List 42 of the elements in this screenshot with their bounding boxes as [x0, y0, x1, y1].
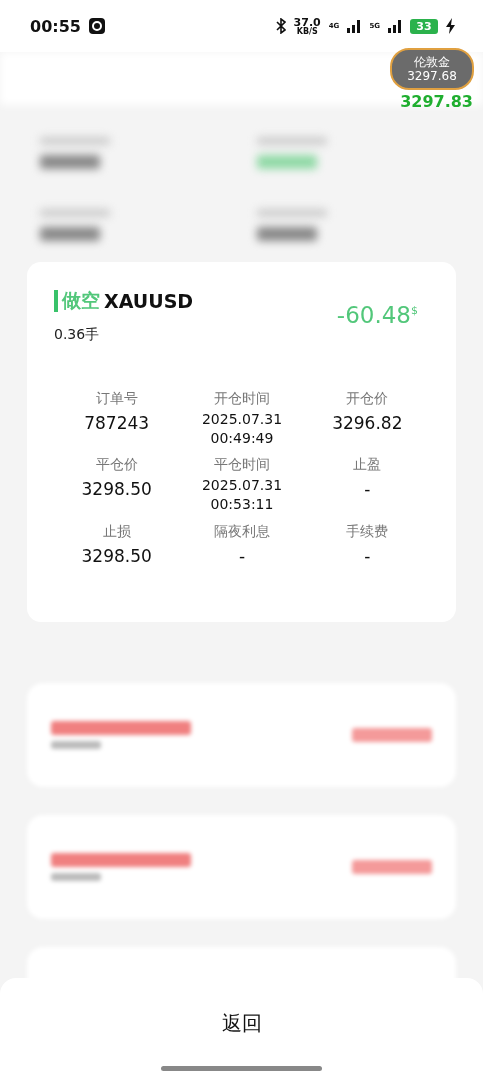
field-label: 开仓时间	[214, 390, 270, 408]
signal-icon	[388, 19, 402, 33]
status-time: 00:55	[30, 16, 81, 36]
field-label: 平仓时间	[214, 456, 270, 475]
field-value: 787243	[84, 413, 150, 433]
field-label: 订单号	[95, 390, 138, 408]
field-value: 00:53:11	[210, 497, 274, 512]
field-value: -	[364, 479, 371, 500]
battery-icon: 33	[410, 18, 438, 34]
accent-bar	[54, 290, 58, 312]
field-value: -	[238, 545, 246, 566]
charging-icon	[446, 18, 455, 34]
field-value: 3298.50	[81, 479, 152, 500]
net-speed: 37.0	[293, 16, 321, 28]
bluetooth-icon	[275, 18, 286, 34]
blurred-stat	[256, 137, 327, 169]
field-label: 隔夜利息	[214, 522, 270, 541]
order-symbol: XAUUSD	[104, 290, 194, 312]
field-label: 止盈	[353, 456, 382, 475]
field-label: 止损	[102, 522, 131, 541]
field-value: 3298.50	[81, 545, 152, 566]
signal-icon	[347, 19, 362, 33]
field-value: 2025.07.31	[201, 478, 283, 494]
field-value: 00:49:49	[210, 430, 274, 446]
field-label: 平仓价	[95, 456, 138, 475]
field-value: 3296.82	[332, 413, 403, 433]
blurred-stat	[256, 209, 327, 241]
field-label: 开仓价	[346, 390, 389, 408]
back-button[interactable]: 返回	[209, 1006, 274, 1041]
field-value: -	[364, 545, 371, 566]
blurred-stat	[40, 209, 110, 241]
field-value: 2025.07.31	[201, 412, 283, 427]
price-badge[interactable]: 伦敦金 3297.68	[390, 48, 474, 90]
home-indicator[interactable]	[161, 1066, 322, 1071]
order-lots: 0.36手	[54, 326, 101, 344]
blurred-stat	[40, 137, 110, 169]
field-label: 手续费	[346, 522, 389, 541]
app-icon	[88, 18, 105, 34]
net-unit: KB/S	[296, 27, 318, 36]
quote-price: 3297.83	[400, 92, 473, 111]
order-side: 做空	[62, 288, 100, 313]
order-profit: -60.48$^{$}$	[336, 302, 418, 330]
